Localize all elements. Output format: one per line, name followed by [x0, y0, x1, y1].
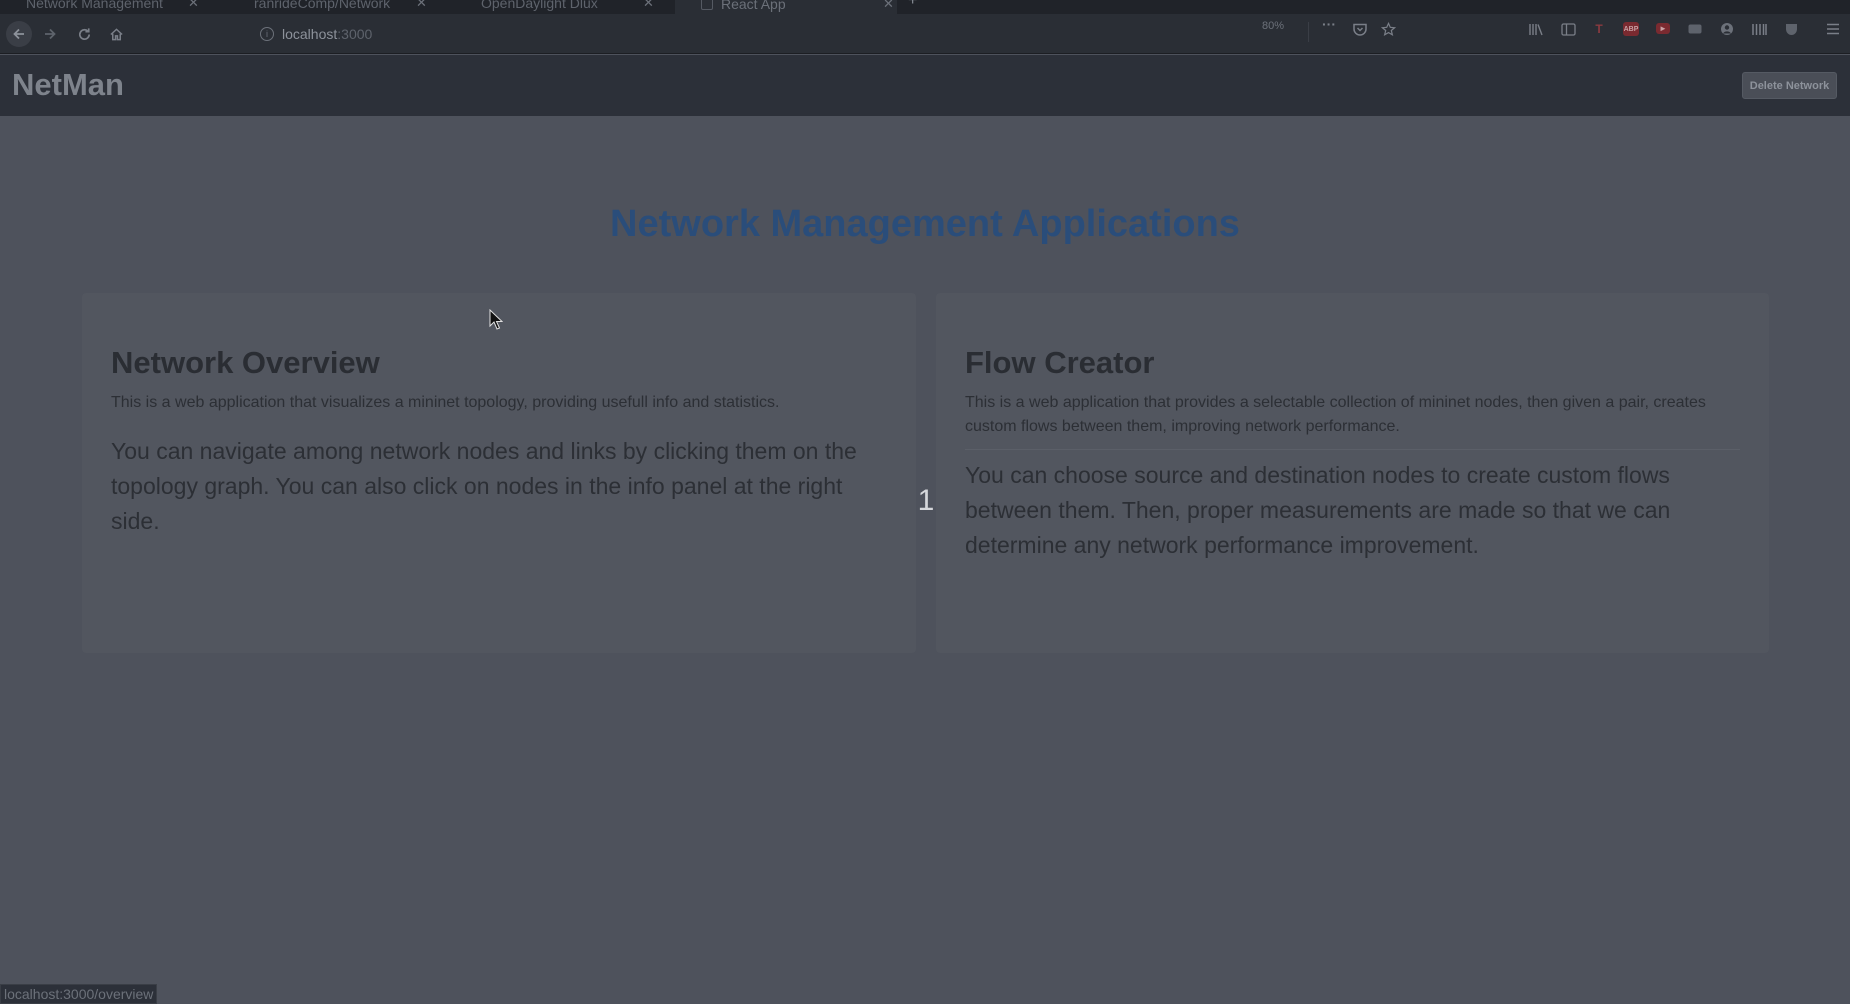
browser-tab-active[interactable]: React App ✕: [675, 0, 897, 14]
account-icon[interactable]: [1719, 22, 1735, 36]
tab-close-icon[interactable]: ✕: [883, 0, 894, 12]
url-host: localhost: [282, 26, 338, 42]
tab-close-icon[interactable]: ✕: [188, 0, 199, 11]
card-description: This is a web application that visualize…: [111, 394, 780, 411]
extension-grid-icon[interactable]: [1751, 22, 1767, 36]
annotation-marker: 1: [917, 484, 935, 517]
back-arrow-icon[interactable]: [6, 21, 32, 47]
tab-title: React App: [721, 0, 786, 12]
mouse-cursor-icon: [489, 309, 503, 330]
page-title: Network Management Applications: [610, 203, 1240, 245]
tab-title: OpenDaylight Dlux: [481, 0, 598, 11]
hamburger-menu-icon[interactable]: [1825, 22, 1841, 36]
site-info-icon[interactable]: i: [260, 27, 274, 41]
tab-close-icon[interactable]: ✕: [416, 0, 427, 11]
network-overview-card[interactable]: Network Overview This is a web applicati…: [82, 293, 916, 653]
app-header: NetMan Delete Network: [0, 55, 1850, 116]
reload-icon[interactable]: [72, 22, 96, 46]
flow-creator-card[interactable]: Flow Creator This is a web application t…: [936, 293, 1769, 653]
extension-shield-icon[interactable]: [1783, 22, 1799, 36]
url-bar[interactable]: i localhost:3000: [250, 20, 1310, 48]
url-port: :3000: [337, 26, 373, 42]
browser-tab[interactable]: OpenDaylight Dlux ✕: [455, 0, 654, 14]
page-actions-icon[interactable]: ···: [1322, 16, 1336, 32]
adblock-icon[interactable]: ABP: [1623, 22, 1639, 36]
new-tab-icon[interactable]: +: [908, 0, 917, 10]
tab-title: Network Management: [26, 0, 163, 11]
bookmark-star-icon[interactable]: [1380, 21, 1396, 36]
extension-card-icon[interactable]: [1687, 22, 1703, 36]
page-favicon-icon: [701, 0, 713, 10]
zoom-level[interactable]: 80%: [1262, 20, 1284, 32]
card-body-text: You can choose source and destination no…: [965, 462, 1671, 558]
link-status-bar: localhost:3000/overview: [0, 984, 158, 1004]
pocket-icon[interactable]: [1352, 22, 1368, 36]
browser-tab[interactable]: Network Management ✕: [0, 0, 199, 14]
url-bar-separator: [1308, 22, 1309, 42]
forward-arrow-icon[interactable]: [38, 22, 62, 46]
card-description: This is a web application that provides …: [965, 394, 1706, 435]
video-extension-icon[interactable]: ►: [1656, 23, 1670, 34]
extension-t-icon[interactable]: T: [1591, 22, 1607, 36]
browser-tab[interactable]: ranrideComp/Network ✕: [228, 0, 427, 14]
card-body-text: You can navigate among network nodes and…: [111, 438, 857, 534]
card-title: Flow Creator: [965, 345, 1155, 380]
card-divider: [965, 449, 1740, 450]
sidebar-icon[interactable]: [1560, 22, 1576, 36]
browser-tab-bar: Network Management ✕ ranrideComp/Network…: [0, 0, 1850, 14]
library-icon[interactable]: [1528, 22, 1544, 36]
brand-logo-text[interactable]: NetMan: [12, 67, 124, 103]
tab-close-icon[interactable]: ✕: [643, 0, 654, 11]
card-title: Network Overview: [111, 345, 380, 380]
home-icon[interactable]: [104, 22, 128, 46]
delete-network-button[interactable]: Delete Network: [1742, 72, 1837, 99]
tab-title: ranrideComp/Network: [254, 0, 391, 11]
